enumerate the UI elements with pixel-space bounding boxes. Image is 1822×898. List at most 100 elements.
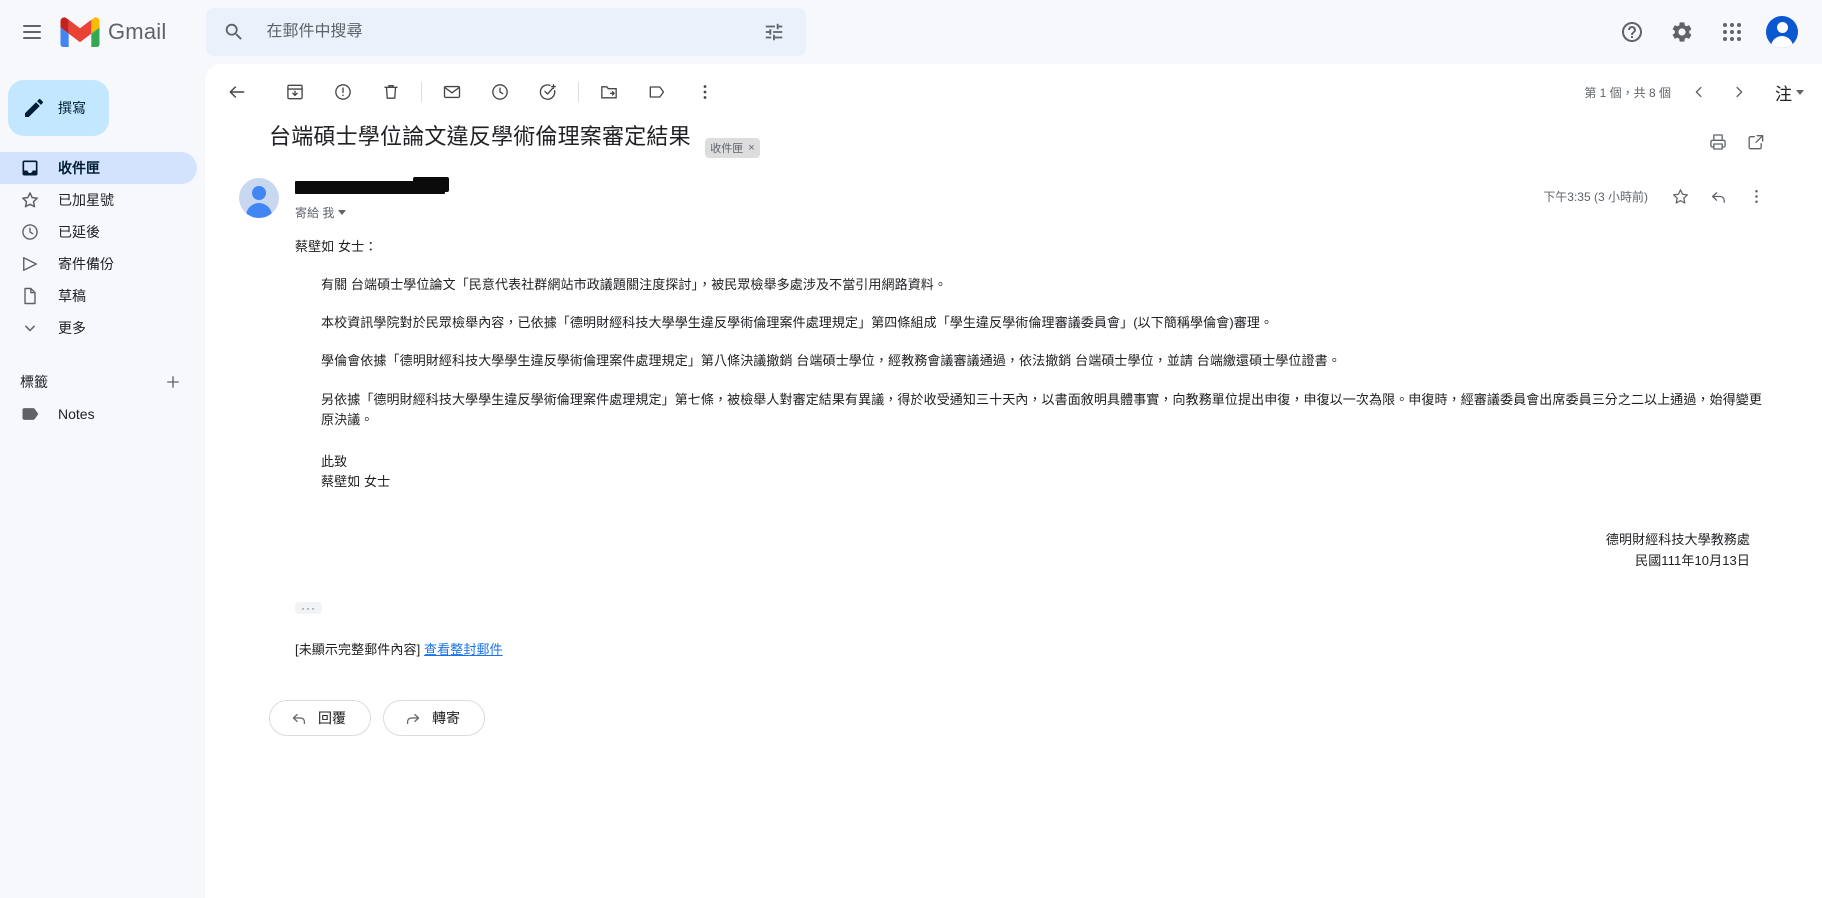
forward-button-bottom[interactable]: 轉寄 — [383, 700, 485, 736]
sidebar-item-more[interactable]: 更多 — [0, 312, 197, 344]
labels-header: 標籤 — [0, 366, 197, 398]
more-options-button[interactable] — [681, 68, 729, 116]
email-timestamp: 下午3:35 (3 小時前) — [1543, 189, 1648, 204]
create-label-button[interactable] — [163, 372, 183, 392]
message-header: 寄給 我 下午3:35 (3 小時前) — [295, 177, 1774, 221]
subject-actions — [1700, 122, 1774, 160]
mail-toolbar: 第 1 個，共 8 個 注 — [205, 68, 1822, 116]
trash-icon — [381, 82, 401, 102]
google-apps-grid-icon — [1720, 20, 1744, 44]
gear-icon — [1670, 20, 1694, 44]
recipient-toggle[interactable]: 寄給 我 — [295, 204, 1543, 221]
signature-date: 民國111年10月13日 — [1635, 552, 1750, 568]
gmail-logo-icon — [60, 17, 100, 47]
sidebar-item-inbox[interactable]: 收件匣 — [0, 152, 197, 184]
back-arrow-icon — [227, 82, 247, 102]
mark-as-unread-icon — [442, 82, 462, 102]
print-button[interactable] — [1700, 124, 1736, 160]
recipient-label: 寄給 我 — [295, 206, 335, 220]
search-container — [206, 8, 807, 56]
sidebar-item-label: 收件匣 — [58, 160, 100, 176]
sender-name-redacted — [295, 177, 449, 194]
sender-avatar — [239, 178, 279, 218]
move-to-button[interactable] — [585, 68, 633, 116]
inbox-icon — [20, 158, 40, 178]
sidebar-label-notes[interactable]: Notes — [0, 398, 197, 430]
open-in-new-window-icon — [1746, 132, 1766, 152]
sidebar-item-label: 已加星號 — [58, 192, 114, 208]
star-icon — [20, 190, 40, 210]
move-to-folder-icon — [599, 82, 619, 102]
star-button[interactable] — [1662, 178, 1698, 214]
message-meta: 下午3:35 (3 小時前) — [1543, 178, 1774, 214]
message-main: 寄給 我 下午3:35 (3 小時前) 蔡壁如 女士： 有關 台端碩士學位論文「… — [295, 177, 1774, 660]
report-spam-button[interactable] — [319, 68, 367, 116]
sidebar: 撰寫 收件匣 已加星號 已延後 寄件備份 草稿 更多 標籤 Notes — [0, 64, 205, 898]
closing-block: 此致 蔡壁如 女士 — [295, 452, 1774, 492]
settings-button[interactable] — [1658, 8, 1706, 56]
sidebar-label-label: Notes — [58, 406, 95, 422]
delete-button[interactable] — [367, 68, 415, 116]
salutation: 蔡壁如 女士： — [295, 239, 378, 254]
body-paragraph: 本校資訊學院對於民眾檢舉內容，已依據「德明財經科技大學學生違反學術倫理案件處理規… — [321, 315, 1274, 331]
help-icon — [1620, 20, 1644, 44]
account-button[interactable] — [1758, 8, 1806, 56]
forward-arrow-icon — [404, 709, 422, 727]
archive-icon — [285, 82, 305, 102]
google-apps-button[interactable] — [1708, 8, 1756, 56]
chevron-right-icon — [1730, 83, 1748, 101]
pagination-status: 第 1 個，共 8 個 — [1584, 85, 1671, 100]
sender-block: 寄給 我 — [295, 177, 1543, 221]
closing-name: 蔡壁如 女士 — [321, 473, 391, 489]
sidebar-nav: 收件匣 已加星號 已延後 寄件備份 草稿 更多 標籤 Notes — [0, 152, 205, 430]
labels-button[interactable] — [633, 68, 681, 116]
clock-icon — [20, 222, 40, 242]
compose-label: 撰寫 — [58, 100, 86, 116]
sidebar-item-sent[interactable]: 寄件備份 — [0, 248, 197, 280]
reply-button[interactable] — [1700, 178, 1736, 214]
sidebar-item-label: 已延後 — [58, 224, 100, 240]
toolbar-divider — [421, 82, 422, 102]
sidebar-item-snoozed[interactable]: 已延後 — [0, 216, 197, 248]
archive-button[interactable] — [271, 68, 319, 116]
input-tools-button[interactable]: 注 — [1765, 74, 1814, 111]
previous-email-button[interactable] — [1679, 72, 1719, 112]
back-button[interactable] — [213, 68, 261, 116]
search-options-button[interactable] — [750, 8, 798, 56]
chevron-down-icon — [1796, 89, 1804, 95]
add-to-tasks-button[interactable] — [524, 68, 572, 116]
help-button[interactable] — [1608, 8, 1656, 56]
label-tag-icon — [20, 404, 40, 424]
message-more-button[interactable] — [1738, 178, 1774, 214]
search-input[interactable] — [258, 23, 751, 41]
view-full-email-link[interactable]: 查看整封郵件 — [424, 642, 503, 657]
close-icon[interactable]: × — [748, 142, 754, 154]
reply-button-bottom[interactable]: 回覆 — [269, 700, 371, 736]
body-paragraph: 學倫會依據「德明財經科技大學學生違反學術倫理案件處理規定」第八條決議撤銷 台端碩… — [321, 353, 1341, 369]
gmail-brand[interactable]: Gmail — [60, 17, 166, 47]
forward-label: 轉寄 — [432, 710, 460, 726]
body-paragraph: 有關 台端碩士學位論文「民意代表社群網站市政議題關注度探討」，被民眾檢舉多處涉及… — [321, 277, 948, 293]
star-outline-icon — [1671, 187, 1690, 206]
truncated-notice: [未顯示完整郵件內容] — [295, 641, 421, 657]
email-subject: 台端碩士學位論文違反學術倫理案審定結果 — [269, 124, 691, 149]
account-avatar-icon — [1766, 16, 1798, 48]
hamburger-menu-icon — [23, 25, 41, 39]
search-bar[interactable] — [206, 8, 807, 56]
snooze-button[interactable] — [476, 68, 524, 116]
input-tools-label: 注 — [1775, 84, 1792, 104]
mark-unread-button[interactable] — [428, 68, 476, 116]
open-in-new-window-button[interactable] — [1738, 124, 1774, 160]
main-panel: 第 1 個，共 8 個 注 台端碩士學位論文違反學術倫理案審定結果 收件匣 × … — [205, 64, 1822, 898]
label-chip[interactable]: 收件匣 × — [705, 138, 760, 158]
main-menu-button[interactable] — [8, 8, 56, 56]
print-icon — [1708, 132, 1728, 152]
search-button[interactable] — [210, 8, 258, 56]
next-email-button[interactable] — [1719, 72, 1759, 112]
sidebar-item-starred[interactable]: 已加星號 — [0, 184, 197, 216]
compose-button[interactable]: 撰寫 — [8, 80, 109, 136]
sidebar-item-drafts[interactable]: 草稿 — [0, 280, 197, 312]
expand-quoted-text-button[interactable]: ··· — [295, 601, 322, 614]
search-icon — [223, 21, 245, 43]
brand-name: Gmail — [108, 19, 167, 44]
